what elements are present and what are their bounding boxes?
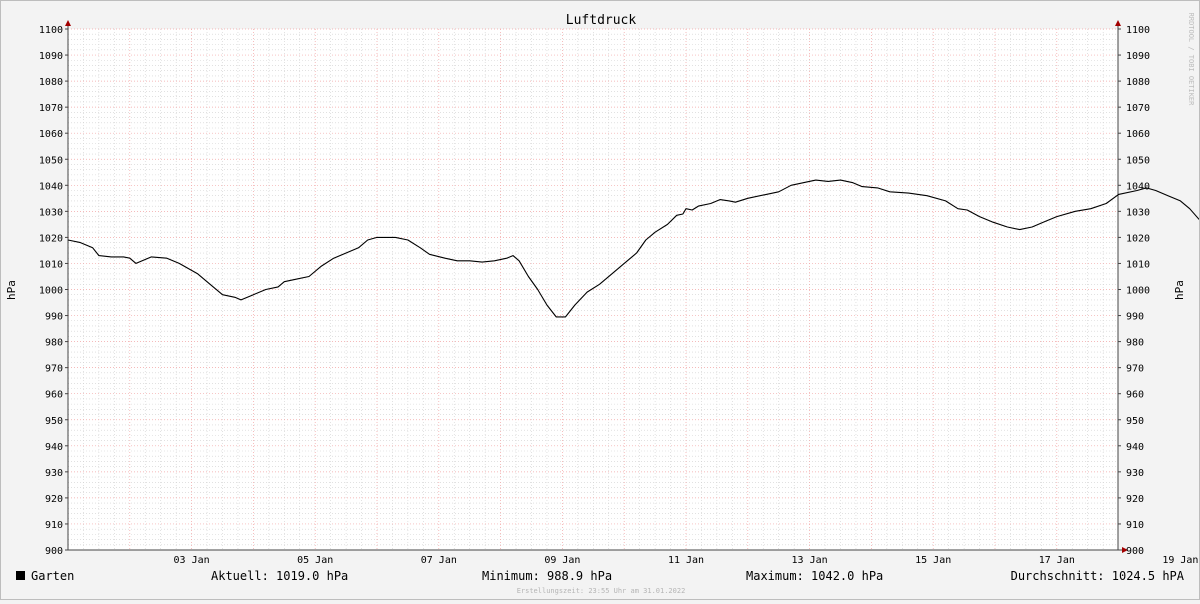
y-tick-label-right: 1020 xyxy=(1126,233,1150,244)
y-tick-label: 910 xyxy=(45,520,63,531)
y-tick-label: 1000 xyxy=(39,286,63,297)
y-axis-arrow-left xyxy=(65,20,71,26)
watermark: RRDTOOL / TOBI OETIKER xyxy=(1187,13,1195,107)
y-tick-label-right: 1030 xyxy=(1126,207,1150,218)
x-tick-label: 11 Jan xyxy=(668,555,704,566)
x-tick-label: 07 Jan xyxy=(421,555,457,566)
y-axis-label-right: hPa xyxy=(1173,280,1186,300)
y-tick-label-right: 910 xyxy=(1126,520,1144,531)
y-tick-label: 900 xyxy=(45,546,63,557)
y-tick-label-right: 1050 xyxy=(1126,155,1150,166)
y-tick-label: 1020 xyxy=(39,233,63,244)
x-tick-label: 03 Jan xyxy=(174,555,210,566)
x-tick-label: 19 Jan xyxy=(1162,555,1198,566)
y-tick-label: 1060 xyxy=(39,129,63,140)
y-tick-label: 980 xyxy=(45,338,63,349)
x-tick-label: 17 Jan xyxy=(1039,555,1075,566)
y-tick-label-right: 970 xyxy=(1126,364,1144,375)
x-tick-label: 05 Jan xyxy=(297,555,333,566)
y-tick-labels-right: 900 910 920 930 940 950 960 970 980 990 1000 1010 10… xyxy=(1126,25,1150,557)
stat-maximum: Maximum: 1042.0 hPa xyxy=(746,569,883,583)
y-tick-label-right: 1010 xyxy=(1126,259,1150,270)
y-tick-label-right: 980 xyxy=(1126,338,1144,349)
y-tick-label-right: 1080 xyxy=(1126,77,1150,88)
stat-aktuell: Aktuell: 1019.0 hPa xyxy=(211,569,348,583)
y-tick-label-right: 940 xyxy=(1126,442,1144,453)
y-tick-label-right: 930 xyxy=(1126,468,1144,479)
y-tick-label: 1070 xyxy=(39,103,63,114)
x-tick-label: 13 Jan xyxy=(792,555,828,566)
y-tick-label: 1010 xyxy=(39,259,63,270)
y-tick-label-right: 1100 xyxy=(1126,25,1150,36)
y-tick-label-right: 1090 xyxy=(1126,51,1150,62)
y-tick-labels: 900 910 920 930 940 950 960 970 980 990 1000 1010 10… xyxy=(39,25,63,557)
y-tick-label-right: 920 xyxy=(1126,494,1144,505)
chart-frame: 900 910 920 930 940 950 960 970 980 990 1000 1010 10… xyxy=(0,0,1200,600)
y-tick-label: 1090 xyxy=(39,51,63,62)
y-tick-label: 1100 xyxy=(39,25,63,36)
stat-minimum: Minimum: 988.9 hPa xyxy=(482,569,612,583)
y-tick-label: 930 xyxy=(45,468,63,479)
y-tick-label-right: 990 xyxy=(1126,312,1144,323)
stat-durchschnitt: Durchschnitt: 1024.5 hPA xyxy=(1011,569,1185,583)
y-tick-label: 990 xyxy=(45,312,63,323)
y-axis-label-left: hPa xyxy=(5,280,18,300)
y-tick-label: 970 xyxy=(45,364,63,375)
pressure-chart: 900 910 920 930 940 950 960 970 980 990 1000 1010 10… xyxy=(5,13,1200,595)
y-tick-label: 1080 xyxy=(39,77,63,88)
y-tick-label: 920 xyxy=(45,494,63,505)
y-tick-label-right: 950 xyxy=(1126,416,1144,427)
legend-swatch xyxy=(16,571,25,580)
y-tick-label-right: 960 xyxy=(1126,390,1144,401)
chart-title: Luftdruck xyxy=(566,13,637,28)
y-tick-label: 940 xyxy=(45,442,63,453)
y-tick-label-right: 1000 xyxy=(1126,286,1150,297)
y-tick-label-right: 1060 xyxy=(1126,129,1150,140)
y-tick-label: 1040 xyxy=(39,181,63,192)
x-tick-labels: 03 Jan 05 Jan 07 Jan 09 Jan 11 Jan 13 Jan 15 J… xyxy=(174,555,1199,566)
y-tick-label: 960 xyxy=(45,390,63,401)
y-axis-arrow-right xyxy=(1115,20,1121,26)
footer-timestamp: Erstellungszeit: 23:55 Uhr am 31.01.2022 xyxy=(517,587,686,595)
y-tick-label-right: 900 xyxy=(1126,546,1144,557)
legend-series-name: Garten xyxy=(31,569,74,583)
y-tick-label-right: 1070 xyxy=(1126,103,1150,114)
y-tick-label: 950 xyxy=(45,416,63,427)
x-tick-label: 15 Jan xyxy=(915,555,951,566)
x-tick-label: 09 Jan xyxy=(544,555,580,566)
y-tick-label: 1030 xyxy=(39,207,63,218)
y-tick-label: 1050 xyxy=(39,155,63,166)
